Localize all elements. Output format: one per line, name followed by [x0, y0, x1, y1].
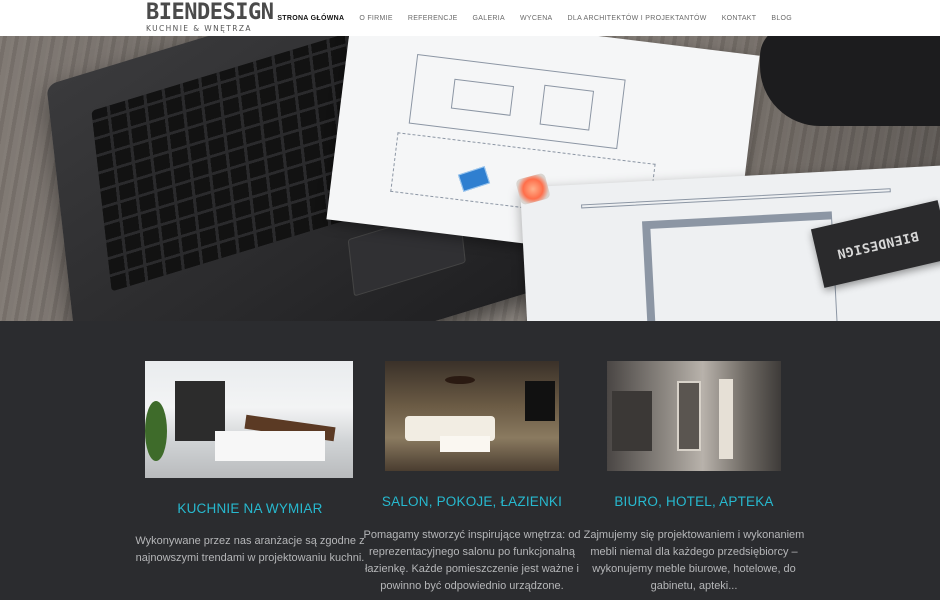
nav-item-quote[interactable]: WYCENA: [520, 15, 553, 22]
kitchen-thumbnail[interactable]: [145, 361, 353, 478]
feature-text-office: Zajmujemy się projektowaniem i wykonanie…: [583, 529, 805, 592]
feature-text-kitchens: Wykonywane przez nas aranżacje są zgodne…: [135, 535, 365, 564]
logo-name: BIENDESIGN: [146, 0, 274, 25]
feature-title-kitchens[interactable]: KUCHNIE NA WYMIAR: [130, 501, 370, 516]
nav-item-references[interactable]: REFERENCJE: [408, 15, 458, 22]
nav-item-gallery[interactable]: GALERIA: [473, 15, 505, 22]
nav-item-architects[interactable]: DLA ARCHITEKTÓW I PROJEKTANTÓW: [568, 15, 707, 22]
nav-item-home[interactable]: STRONA GŁÓWNA: [277, 15, 344, 22]
hero-bag-image: [760, 36, 940, 126]
office-thumbnail[interactable]: [607, 361, 781, 471]
feature-title-office[interactable]: BIURO, HOTEL, APTEKA: [574, 494, 814, 509]
hero-banner: BIENDESIGN: [0, 36, 940, 321]
features-section: KUCHNIE NA WYMIAR Wykonywane przez nas a…: [0, 321, 940, 600]
living-room-thumbnail[interactable]: [385, 361, 559, 471]
main-nav: STRONA GŁÓWNA O FIRMIE REFERENCJE GALERI…: [262, 0, 792, 36]
site-header: BIENDESIGN KUCHNIE & WNĘTRZA STRONA GŁÓW…: [0, 0, 940, 36]
logo-tagline: KUCHNIE & WNĘTRZA: [146, 24, 252, 33]
feature-text-living: Pomagamy stworzyć inspirujące wnętrza: o…: [363, 529, 581, 592]
site-logo[interactable]: BIENDESIGN KUCHNIE & WNĘTRZA: [146, 0, 274, 34]
business-card-text: BIENDESIGN: [835, 227, 920, 261]
nav-item-contact[interactable]: KONTAKT: [722, 15, 757, 22]
nav-item-about[interactable]: O FIRMIE: [359, 15, 393, 22]
nav-item-blog[interactable]: BLOG: [771, 15, 792, 22]
feature-title-living[interactable]: SALON, POKOJE, ŁAZIENKI: [352, 494, 592, 509]
